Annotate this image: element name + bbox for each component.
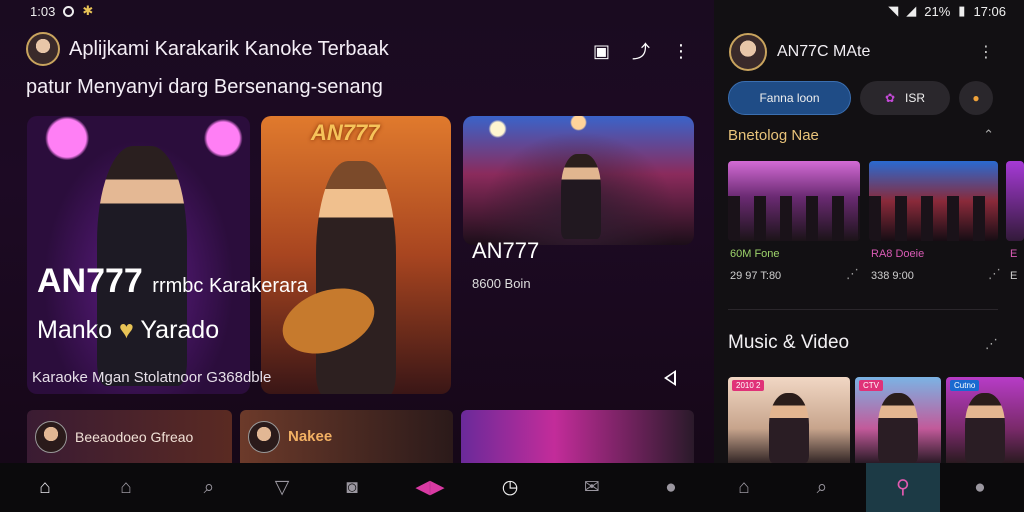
profile-name: AN77C MAte bbox=[777, 43, 871, 60]
music-video-title: Music & Video bbox=[728, 332, 850, 353]
hero-card-singer[interactable] bbox=[27, 116, 250, 394]
primary-pill-button[interactable]: Fanna loon bbox=[728, 81, 851, 115]
hero-subtitle-b: Yarado bbox=[140, 316, 220, 344]
user-search-icon[interactable]: ⚲ bbox=[866, 463, 940, 512]
music-video-thumbnail[interactable]: 2010 2 bbox=[728, 377, 850, 463]
card-meta: 338 9:00 bbox=[871, 270, 914, 282]
battery-level: 21% bbox=[924, 3, 951, 19]
hero-subtitle-a: Manko bbox=[37, 316, 113, 344]
flower-icon: ✿ bbox=[884, 91, 896, 105]
guitarist-figure bbox=[316, 161, 396, 394]
avatar bbox=[35, 420, 67, 453]
list-item-label: Nakee bbox=[288, 428, 333, 445]
mic-pill-button[interactable]: ● bbox=[959, 81, 993, 115]
house-outline-icon[interactable]: ⌂ bbox=[98, 463, 154, 512]
avatar bbox=[248, 420, 280, 453]
karaoke-icon[interactable]: ◀▶ bbox=[402, 463, 458, 512]
more-horiz-icon[interactable]: ⋰ bbox=[846, 266, 859, 282]
list-item[interactable]: Nakee bbox=[240, 410, 453, 463]
stage-card-title: AN777 bbox=[472, 238, 540, 263]
thumbnail-tag: CTV bbox=[859, 380, 883, 391]
thumbnail-tag: Cutno bbox=[950, 380, 980, 391]
more-horiz-icon[interactable]: ⋰ bbox=[988, 266, 1001, 282]
status-bar-right: ◥ ◢ 21% ▮ 17:06 bbox=[888, 3, 1006, 19]
timer-icon[interactable]: ◷ bbox=[482, 463, 538, 512]
secondary-pill-button[interactable]: ✿ ISR bbox=[860, 81, 950, 115]
card-caption: 60M Fone bbox=[730, 248, 780, 260]
more-horiz-icon[interactable]: ⋰ bbox=[985, 336, 998, 352]
profile-header: AN77C MAte bbox=[729, 33, 870, 71]
thumbnail-tag: 2010 2 bbox=[732, 380, 765, 391]
hero-title: AN777 rrmbc Karakerara bbox=[37, 262, 308, 301]
header-actions: ▣ ⤴ ⋮ bbox=[593, 38, 690, 64]
section-title: Bnetolog Nae bbox=[728, 127, 819, 144]
music-video-thumbnail[interactable]: Cutno bbox=[946, 377, 1024, 463]
media-icon[interactable]: ◙ bbox=[324, 463, 380, 512]
home-icon[interactable]: ⌂ bbox=[17, 463, 73, 512]
secondary-pill-label: ISR bbox=[905, 91, 926, 105]
app-subtitle: patur Menyanyi darg Bersenang-senang bbox=[26, 76, 383, 98]
list-item-label: Beeaodoeo Gfreao bbox=[75, 428, 194, 445]
crowd-silhouette bbox=[728, 196, 860, 241]
cast-icon[interactable]: ▣ bbox=[593, 41, 610, 62]
crowd-silhouette bbox=[869, 196, 998, 241]
divider bbox=[728, 309, 998, 310]
chevron-icon[interactable]: ⌃ bbox=[983, 127, 994, 143]
signal-icon: ◢ bbox=[906, 3, 917, 18]
wifi-icon: ◥ bbox=[888, 3, 899, 18]
mail-icon[interactable]: ✉ bbox=[564, 463, 620, 512]
app-title: Aplijkami Karakarik Kanoke Terbaak bbox=[69, 37, 389, 60]
hero-card-guitarist[interactable]: AN777 bbox=[261, 116, 451, 394]
performer-figure bbox=[878, 393, 918, 463]
battery-icon: ▮ bbox=[958, 3, 966, 18]
status-bar-left: 1:03 ✱ bbox=[30, 3, 93, 19]
profile-icon[interactable]: ● bbox=[643, 463, 699, 512]
hero-card-stage[interactable] bbox=[463, 116, 694, 245]
share-icon[interactable]: ⤴ bbox=[632, 38, 650, 64]
avatar[interactable] bbox=[729, 33, 767, 71]
list-item[interactable]: Beeaodoeo Gfreao bbox=[27, 410, 232, 463]
card-caption: E bbox=[1010, 248, 1018, 260]
mic-icon: ● bbox=[972, 91, 980, 105]
more-vert-icon[interactable]: ⋮ bbox=[978, 42, 994, 62]
main-pane: 1:03 ✱ Aplijkami Karakarik Kanoke Terbaa… bbox=[0, 0, 714, 463]
card-meta: E bbox=[1010, 270, 1018, 282]
profile-icon[interactable]: ● bbox=[952, 463, 1008, 512]
status-time-right: 17:06 bbox=[973, 3, 1006, 19]
home-icon[interactable]: ⌂ bbox=[716, 463, 772, 512]
list-item[interactable] bbox=[461, 410, 694, 463]
performer-figure bbox=[769, 393, 809, 463]
card-caption: RA8 Doeie bbox=[871, 248, 925, 260]
sparkle-icon: ✱ bbox=[82, 3, 94, 18]
hero-title-suffix: rrmbc Karakerara bbox=[152, 275, 308, 297]
pill-row: Fanna loon ✿ ISR ● bbox=[728, 81, 993, 115]
stage-figure bbox=[561, 154, 601, 239]
card-meta: 29 97 T:80 bbox=[730, 270, 782, 282]
side-pane: ◥ ◢ 21% ▮ 17:06 AN77C MAte ⋮ Fanna loon … bbox=[714, 0, 1024, 463]
hero-meta: Karaoke Mgan Stolatnoor G368dble bbox=[32, 369, 272, 386]
performer-figure bbox=[965, 393, 1005, 463]
search-icon[interactable]: ⌕ bbox=[181, 463, 237, 512]
video-thumbnail[interactable] bbox=[1006, 161, 1024, 241]
circle-icon bbox=[63, 5, 75, 17]
filter-icon[interactable]: ▽ bbox=[254, 463, 310, 512]
bottom-nav: ⌂ ⌂ ⌕ ▽ ◙ ◀▶ ◷ ✉ ● ⌂ ⌕ ⚲ ● bbox=[0, 463, 1024, 512]
heart-icon: ♥ bbox=[119, 316, 134, 344]
brand-logo: AN777 bbox=[311, 120, 380, 145]
app-header: Aplijkami Karakarik Kanoke Terbaak bbox=[26, 32, 389, 66]
stage-card-meta: 8600 Boin bbox=[472, 276, 531, 291]
play-icon[interactable] bbox=[664, 370, 676, 386]
status-time: 1:03 bbox=[30, 3, 56, 19]
hero-subtitle: Manko ♥ Yarado bbox=[37, 316, 219, 345]
music-video-thumbnail[interactable]: CTV bbox=[855, 377, 941, 463]
video-thumbnail[interactable] bbox=[869, 161, 998, 241]
more-vert-icon[interactable]: ⋮ bbox=[672, 41, 690, 62]
video-thumbnail[interactable] bbox=[728, 161, 860, 241]
search-icon[interactable]: ⌕ bbox=[794, 463, 850, 512]
avatar[interactable] bbox=[26, 32, 60, 66]
hero-title-main: AN777 bbox=[37, 262, 143, 300]
